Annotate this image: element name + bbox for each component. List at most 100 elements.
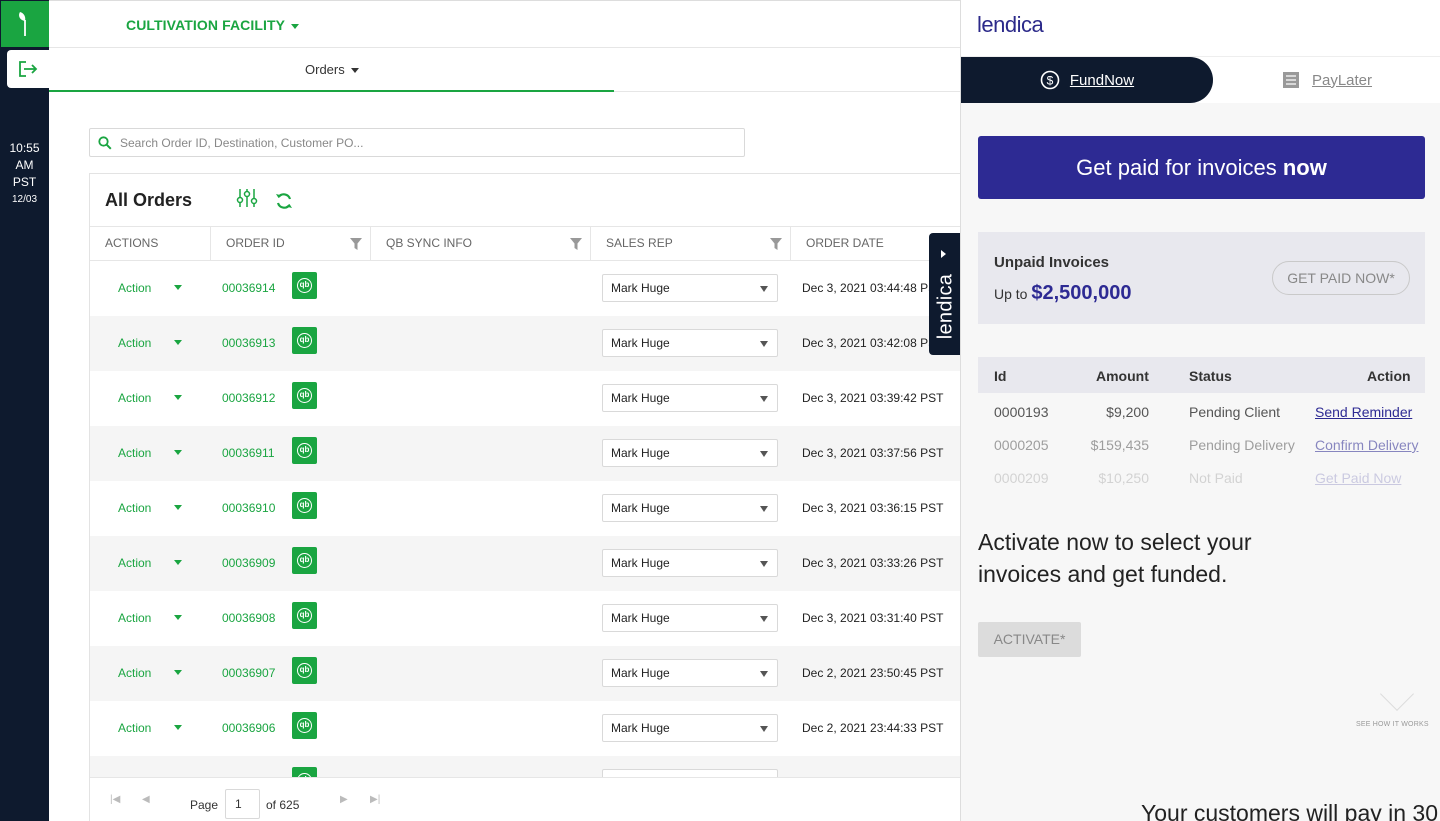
quickbooks-icon[interactable]: qb [292, 712, 317, 739]
order-date: Dec 3, 2021 03:33:26 PST [802, 556, 944, 570]
order-date: Dec 3, 2021 03:44:48 PST [802, 281, 944, 295]
chevron-down-icon[interactable] [174, 670, 182, 675]
page-number-input[interactable]: 1 [225, 789, 260, 819]
order-id-link[interactable]: 00036910 [222, 501, 275, 515]
action-dropdown[interactable]: Action [118, 666, 151, 680]
invoice-row: 0000205 $159,435 Pending Delivery Confir… [978, 426, 1425, 459]
next-page-icon[interactable]: ▶ [340, 794, 348, 805]
order-id-link[interactable]: 00036914 [222, 281, 275, 295]
sales-rep-select[interactable]: Mark Huge [602, 439, 778, 467]
quickbooks-icon[interactable]: qb [292, 437, 317, 464]
tab-orders[interactable]: Orders [305, 62, 359, 77]
table-row: Action 00036914 qb Mark Huge Dec 3, 2021 03:… [90, 261, 961, 316]
chevron-down-icon[interactable] [174, 725, 182, 730]
order-date: Dec 2, 2021 23:50:45 PST [802, 666, 944, 680]
col-order-id[interactable]: ORDER ID [211, 227, 371, 260]
chevron-down-icon[interactable] [174, 395, 182, 400]
quickbooks-icon[interactable]: qb [292, 272, 317, 299]
search-input[interactable] [120, 133, 720, 153]
sales-rep-select[interactable]: Mark Huge [602, 384, 778, 412]
chevron-down-icon[interactable] [1380, 677, 1414, 711]
chevron-down-icon[interactable] [174, 505, 182, 510]
inv-col-status: Status [1189, 368, 1232, 384]
sales-rep-select[interactable]: Mark Huge [602, 549, 778, 577]
sales-rep-select[interactable]: Mark Huge [602, 494, 778, 522]
quickbooks-icon[interactable]: qb [292, 382, 317, 409]
sales-rep-select[interactable]: Mark Huge [602, 274, 778, 302]
funnel-icon[interactable] [350, 238, 362, 250]
funnel-icon[interactable] [770, 238, 782, 250]
invoice-amount: $10,250 [1098, 470, 1149, 486]
table-row: Action 00036913 qb Mark Huge Dec 3, 2021 03:… [90, 316, 961, 371]
refresh-icon[interactable] [275, 192, 293, 210]
invoice-id: 0000205 [994, 437, 1049, 453]
activate-button[interactable]: ACTIVATE* [978, 622, 1081, 657]
chevron-down-icon[interactable] [174, 615, 182, 620]
action-dropdown[interactable]: Action [118, 501, 151, 515]
see-how-it-works-link[interactable]: SEE HOW IT WORKS [1356, 721, 1429, 728]
quickbooks-icon[interactable]: qb [292, 492, 317, 519]
col-qb-sync-label: QB SYNC INFO [386, 236, 473, 250]
funnel-icon[interactable] [570, 238, 582, 250]
chevron-down-icon [760, 726, 768, 732]
quickbooks-icon[interactable]: qb [292, 327, 317, 354]
clock-date: 12/03 [11, 194, 38, 205]
chevron-down-icon[interactable] [174, 450, 182, 455]
order-id-link[interactable]: 00036913 [222, 336, 275, 350]
filter-settings-icon[interactable] [236, 188, 258, 208]
get-paid-now-link[interactable]: Get Paid Now [1315, 470, 1401, 486]
chevron-down-icon[interactable] [174, 340, 182, 345]
order-id-link[interactable]: 00036908 [222, 611, 275, 625]
order-date: Dec 2, 2021 23:44:33 PST [802, 721, 944, 735]
exit-button[interactable] [7, 50, 49, 88]
tab-fundnow[interactable]: $ FundNow [961, 57, 1213, 103]
action-dropdown[interactable]: Action [118, 336, 151, 350]
chevron-right-icon [941, 250, 946, 258]
quickbooks-icon[interactable]: qb [292, 602, 317, 629]
tab-paylater[interactable]: PayLater [1213, 57, 1440, 103]
send-reminder-link[interactable]: Send Reminder [1315, 404, 1412, 420]
chevron-down-icon [760, 286, 768, 292]
action-dropdown[interactable]: Action [118, 721, 151, 735]
sales-rep-select[interactable]: Mark Huge [602, 714, 778, 742]
lendica-side-tab[interactable]: lendica [929, 233, 960, 355]
table-row: Action 00036906 qb Mark Huge Dec 2, 2021 23:… [90, 701, 961, 756]
table-row: Action 00036909 qb Mark Huge Dec 3, 2021 03:… [90, 536, 961, 591]
facility-dropdown[interactable]: CULTIVATION FACILITY [126, 17, 300, 33]
action-dropdown[interactable]: Action [118, 611, 151, 625]
action-dropdown[interactable]: Action [118, 556, 151, 570]
quickbooks-icon[interactable]: qb [292, 657, 317, 684]
chevron-down-icon[interactable] [174, 285, 182, 290]
facility-label: CULTIVATION FACILITY [126, 17, 286, 33]
sales-rep-select[interactable]: Mark Huge [602, 659, 778, 687]
order-id-link[interactable]: 00036911 [222, 446, 275, 460]
quickbooks-badge: qb [297, 333, 312, 348]
quickbooks-icon[interactable]: qb [292, 547, 317, 574]
col-sales-rep[interactable]: SALES REP [591, 227, 791, 260]
quickbooks-badge: qb [297, 278, 312, 293]
app-logo[interactable] [1, 1, 49, 47]
sales-rep-select[interactable]: Mark Huge [602, 604, 778, 632]
chevron-down-icon[interactable] [174, 560, 182, 565]
get-paid-now-button[interactable]: GET PAID NOW* [1272, 261, 1410, 295]
order-id-link[interactable]: 00036907 [222, 666, 275, 680]
action-dropdown[interactable]: Action [118, 281, 151, 295]
left-rail: 10:55 AM PST 12/03 [0, 0, 49, 821]
col-order-id-label: ORDER ID [226, 236, 285, 250]
sales-rep-select[interactable]: Mark Huge [602, 329, 778, 357]
action-dropdown[interactable]: Action [118, 391, 151, 405]
chevron-down-icon [350, 68, 359, 74]
order-id-link[interactable]: 00036906 [222, 721, 275, 735]
chevron-down-icon [760, 396, 768, 402]
order-id-link[interactable]: 00036909 [222, 556, 275, 570]
col-qb-sync[interactable]: QB SYNC INFO [371, 227, 591, 260]
prev-page-icon[interactable]: ◀ [142, 794, 150, 805]
order-id-link[interactable]: 00036912 [222, 391, 275, 405]
table-row-partial: qb [90, 756, 961, 779]
action-dropdown[interactable]: Action [118, 446, 151, 460]
last-page-icon[interactable]: ▶| [370, 794, 380, 805]
activate-message: Activate now to select your invoices and… [978, 529, 1252, 587]
invoice-status: Not Paid [1189, 470, 1243, 486]
confirm-delivery-link[interactable]: Confirm Delivery [1315, 437, 1418, 453]
first-page-icon[interactable]: |◀ [110, 794, 120, 805]
